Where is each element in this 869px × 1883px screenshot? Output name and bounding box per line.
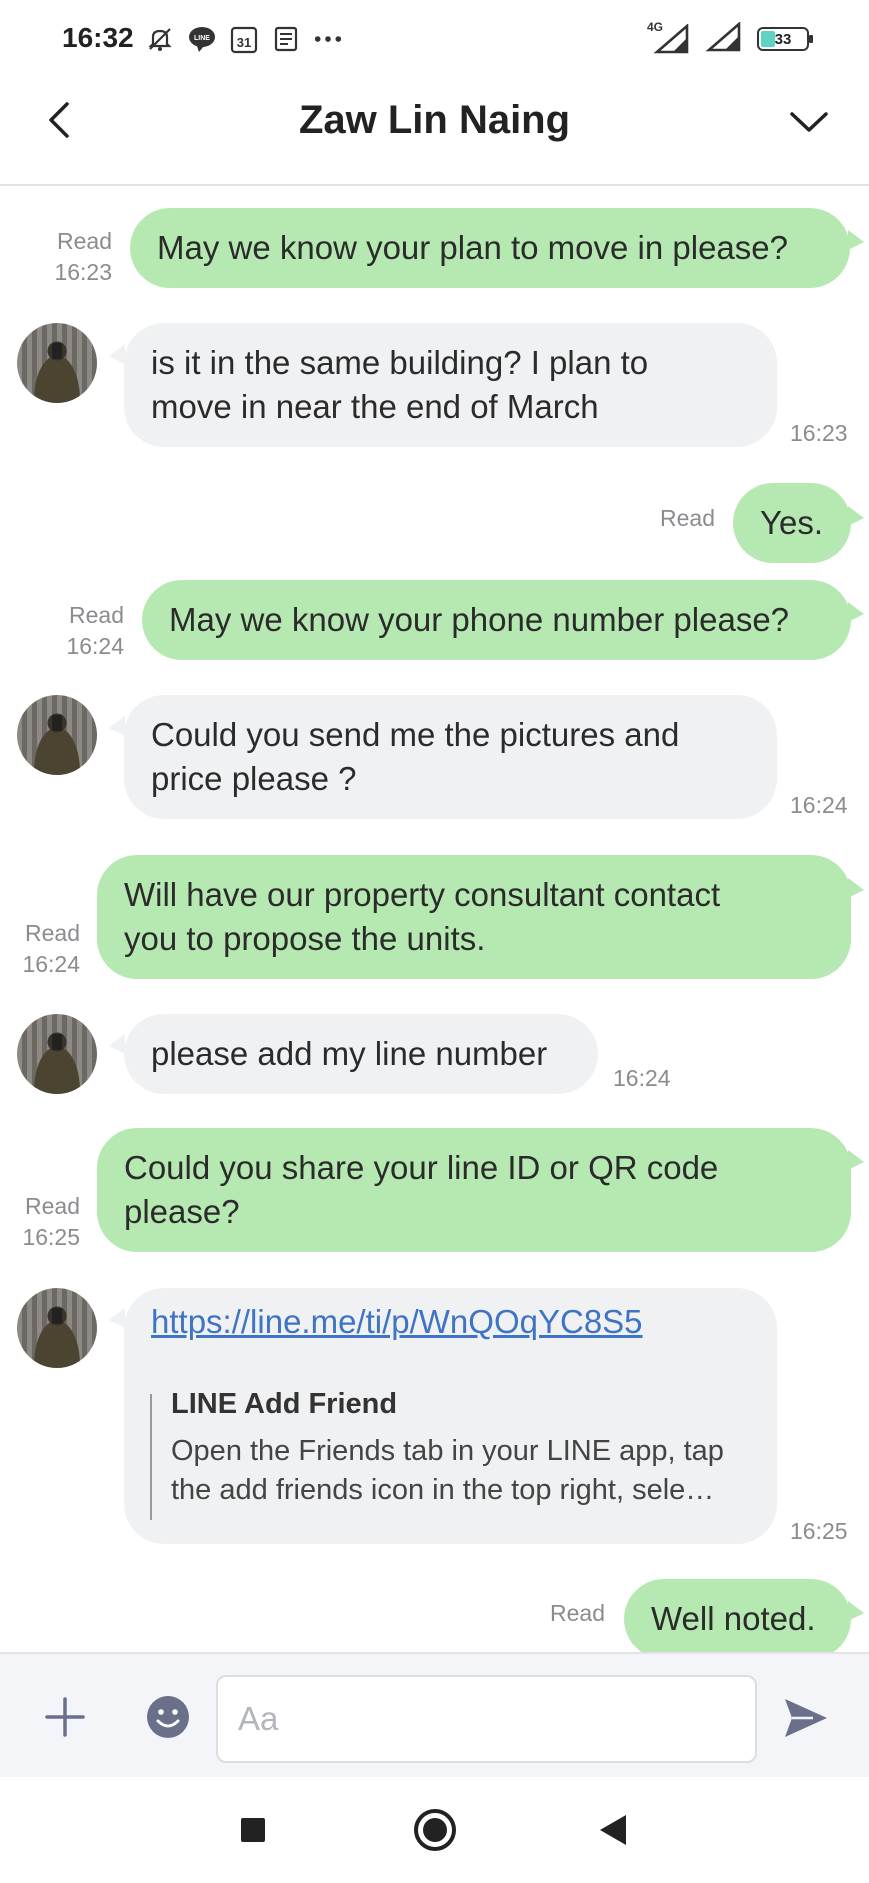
plus-icon — [45, 1697, 85, 1737]
message-bubble[interactable]: Yes. — [733, 483, 851, 563]
message-bubble[interactable]: May we know your plan to move in please? — [130, 208, 850, 288]
message-bubble[interactable]: Could you share your line ID or QR code … — [97, 1128, 851, 1252]
message-time: 16:24 — [66, 633, 124, 659]
message-text: Will have our property consultant contac… — [124, 876, 721, 913]
message-text: please? — [124, 1193, 240, 1230]
message-text: you to propose the units. — [124, 920, 486, 957]
bubble-tail — [109, 344, 125, 364]
home-button[interactable] — [412, 1807, 458, 1853]
send-icon — [785, 1699, 827, 1737]
message-time: 16:24 — [22, 951, 80, 977]
avatar[interactable] — [17, 323, 97, 403]
message-time: 16:23 — [790, 420, 848, 446]
link-preview-title: LINE Add Friend — [171, 1388, 398, 1420]
recents-button[interactable] — [230, 1807, 276, 1853]
read-receipt: Read — [69, 602, 124, 628]
status-time: 16:32 — [62, 22, 134, 53]
message-bubble[interactable]: please add my line number — [124, 1014, 598, 1094]
back-triangle-icon — [600, 1815, 626, 1845]
read-receipt: Read — [660, 505, 715, 531]
message-time: 16:23 — [54, 259, 112, 285]
add-attachment-button[interactable] — [40, 1692, 90, 1742]
message-time: 16:24 — [790, 792, 848, 818]
bubble-tail — [848, 878, 864, 898]
message-link[interactable]: https://line.me/ti/p/WnQOqYC8S5 — [151, 1303, 643, 1340]
bubble-tail — [848, 1150, 864, 1170]
read-receipt: Read — [25, 920, 80, 946]
bubble-tail — [109, 1308, 125, 1328]
link-preview-card[interactable]: LINE Add Friend Open the Friends tab in … — [150, 1388, 750, 1520]
message-text: May we know your plan to move in please? — [157, 229, 788, 266]
message-text: Well noted. — [651, 1600, 816, 1637]
message-text: May we know your phone number please? — [169, 601, 790, 638]
avatar[interactable] — [17, 695, 97, 775]
home-circle-icon — [414, 1809, 456, 1851]
signal-icon: 4G — [647, 20, 691, 54]
line-app-icon: LINE — [187, 24, 217, 54]
message-bubble[interactable]: Will have our property consultant contac… — [97, 855, 851, 979]
battery-icon: 33 — [757, 27, 813, 51]
more-dots-icon — [313, 24, 343, 54]
read-receipt: Read — [25, 1193, 80, 1219]
avatar[interactable] — [17, 1288, 97, 1368]
message-text: Yes. — [760, 504, 824, 541]
message-time: 16:25 — [22, 1224, 80, 1250]
message-meta: Read 16:24 — [6, 918, 80, 980]
recents-square-icon — [241, 1818, 265, 1842]
message-bubble[interactable]: is it in the same building? I plan to mo… — [124, 323, 777, 447]
message-text: please add my line number — [151, 1035, 548, 1072]
battery-level: 33 — [774, 30, 792, 48]
message-text: Could you share your line ID or QR code — [124, 1149, 719, 1186]
message-outgoing: Read 16:23 May we know your plan to move… — [0, 188, 869, 288]
news-icon — [271, 24, 301, 54]
message-text: Could you send me the pictures and — [151, 716, 680, 753]
avatar[interactable] — [17, 1014, 97, 1094]
message-input[interactable] — [216, 1675, 757, 1763]
bubble-tail — [848, 506, 864, 526]
message-bubble[interactable]: Could you send me the pictures and price… — [124, 695, 777, 819]
message-text: is it in the same building? I plan to — [151, 344, 649, 381]
message-meta: Read 16:24 — [42, 600, 124, 662]
signal-icon — [705, 20, 743, 57]
message-text: price please ? — [151, 760, 357, 797]
message-input-bar — [0, 1652, 869, 1777]
emoji-button[interactable] — [145, 1694, 191, 1740]
bubble-tail — [848, 602, 864, 622]
send-button[interactable] — [781, 1694, 831, 1742]
status-notification-icons: LINE 31 — [145, 22, 343, 56]
bubble-tail — [848, 1601, 864, 1621]
emoji-icon — [147, 1696, 189, 1738]
message-meta: Read 16:23 — [30, 226, 112, 288]
message-time: 16:25 — [790, 1518, 848, 1544]
read-receipt: Read — [550, 1600, 605, 1626]
link-preview-description: Open the Friends tab in your LINE app, t… — [171, 1435, 724, 1467]
link-preview-bubble[interactable]: https://line.me/ti/p/WnQOqYC8S5 LINE Add… — [124, 1288, 777, 1544]
status-system-icons: 4G 33 — [647, 20, 813, 57]
system-navigation-bar — [0, 1777, 869, 1883]
bubble-tail — [848, 230, 864, 250]
svg-text:31: 31 — [237, 35, 251, 50]
back-nav-button[interactable] — [590, 1807, 636, 1853]
chat-header: Zaw Lin Naing — [0, 78, 869, 186]
message-bubble[interactable]: Well noted. — [624, 1579, 851, 1652]
svg-text:LINE: LINE — [194, 35, 210, 42]
message-bubble[interactable]: May we know your phone number please? — [142, 580, 851, 660]
status-bar: 16:32 LINE 31 4G 33 — [0, 0, 869, 78]
message-time: 16:24 — [613, 1065, 671, 1091]
chevron-down-icon — [790, 112, 828, 132]
read-receipt: Read — [57, 228, 112, 254]
message-text: move in near the end of March — [151, 388, 599, 425]
message-meta: Read 16:25 — [6, 1191, 80, 1253]
chat-menu-button[interactable] — [785, 100, 833, 144]
mute-bell-icon — [145, 24, 175, 54]
calendar-icon: 31 — [229, 24, 259, 54]
chat-title: Zaw Lin Naing — [298, 98, 571, 142]
chat-message-list[interactable]: Read 16:23 May we know your plan to move… — [0, 188, 869, 1652]
link-preview-description: the add friends icon in the top right, s… — [171, 1474, 715, 1506]
bubble-tail — [109, 1034, 125, 1054]
bubble-tail — [109, 716, 125, 736]
